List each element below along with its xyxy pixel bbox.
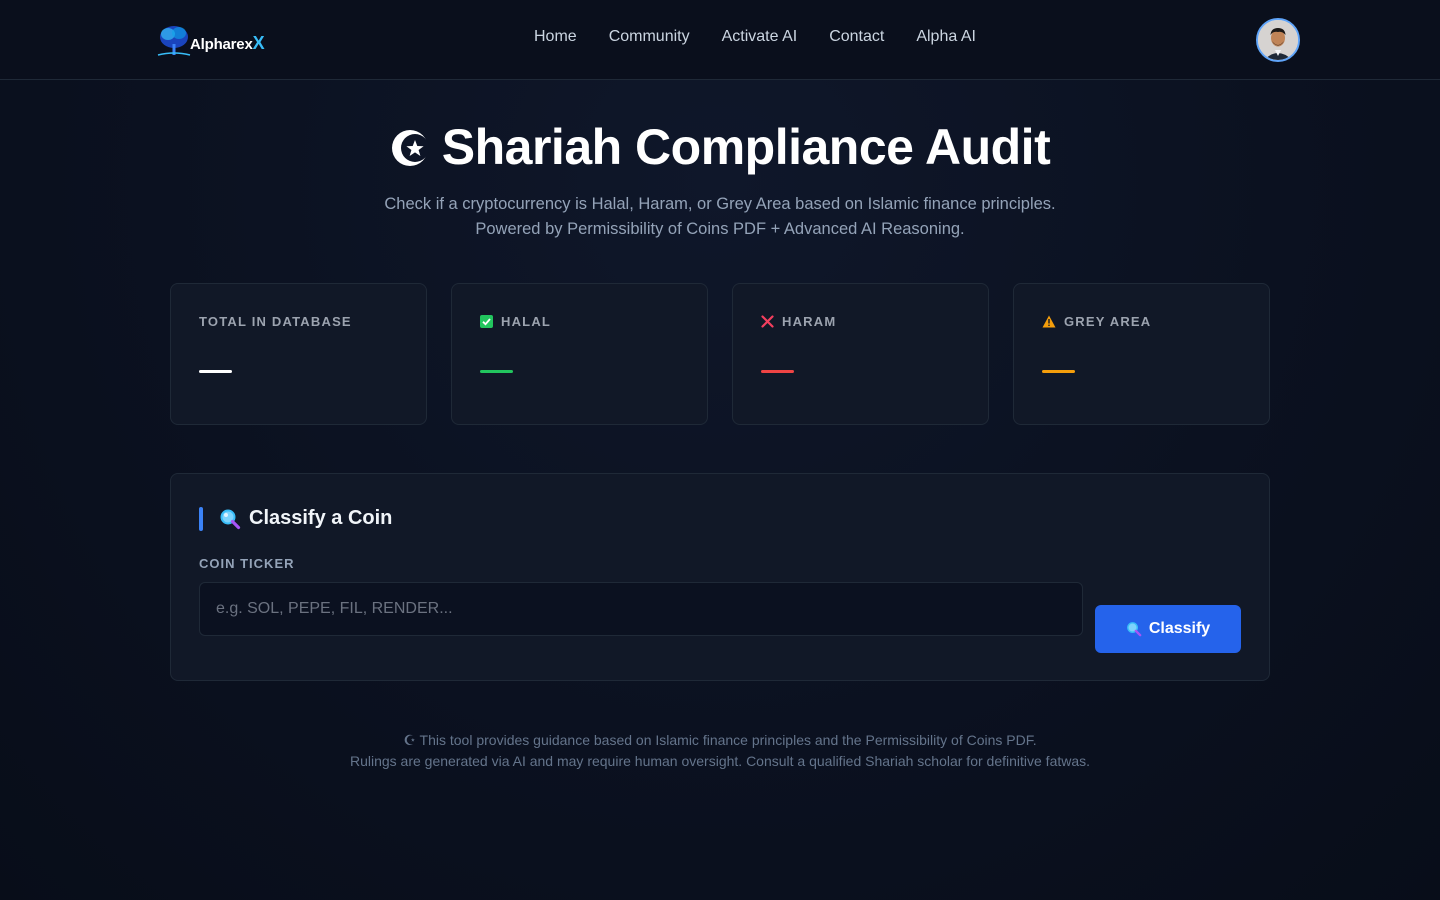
classify-panel: Classify a Coin COIN TICKER Classify (170, 473, 1270, 681)
magnifier-icon (220, 509, 241, 529)
crescent-star-icon (390, 122, 430, 166)
page-title-text: Shariah Compliance Audit (441, 119, 1051, 175)
brand-name: AlpharexX (190, 32, 265, 53)
page-subtitle: Check if a cryptocurrency is Halal, Hara… (0, 192, 1440, 242)
nav-activate-ai[interactable]: Activate AI (722, 28, 798, 46)
subtitle-line-2: Powered by Permissibility of Coins PDF +… (475, 220, 965, 238)
user-portrait-icon (1258, 20, 1298, 60)
stat-label-haram: HARAM (761, 314, 836, 329)
user-avatar[interactable] (1256, 18, 1300, 62)
cross-icon (761, 315, 774, 328)
classify-button[interactable]: Classify (1095, 605, 1241, 653)
coin-ticker-label: COIN TICKER (199, 556, 295, 571)
brand-logo[interactable]: AlpharexX (154, 20, 278, 60)
stat-card-haram: HARAM — (732, 283, 989, 425)
stat-value-total-placeholder (199, 370, 232, 373)
classify-button-label: Classify (1148, 620, 1211, 637)
stat-value-grey-area-placeholder (1042, 370, 1075, 373)
classify-title: Classify a Coin (219, 507, 392, 530)
main-nav: Home Community Activate AI Contact Alpha… (534, 28, 976, 46)
check-box-icon (480, 315, 493, 328)
stat-value-halal-placeholder (480, 370, 513, 373)
stat-label-total: TOTAL IN DATABASE (199, 314, 352, 329)
section-accent-bar (199, 507, 203, 531)
disclaimer-line-2: Rulings are generated via AI and may req… (349, 753, 1091, 769)
nav-community[interactable]: Community (609, 28, 690, 46)
stat-card-total: TOTAL IN DATABASE — (170, 283, 427, 425)
nav-home[interactable]: Home (534, 28, 577, 46)
disclaimer: ☪ This tool provides guidance based on I… (0, 730, 1440, 772)
tree-logo-icon (154, 20, 194, 60)
magnifier-icon (1126, 622, 1142, 637)
subtitle-line-1: Check if a cryptocurrency is Halal, Hara… (384, 195, 1056, 213)
stats-row: TOTAL IN DATABASE — HALAL — HARAM — (170, 283, 1270, 425)
stat-card-grey-area: GREY AREA — (1013, 283, 1270, 425)
top-navbar: AlpharexX Home Community Activate AI Con… (0, 0, 1440, 80)
stat-label-halal: HALAL (480, 314, 551, 329)
stat-label-grey-area: GREY AREA (1042, 314, 1151, 329)
coin-ticker-input[interactable] (199, 582, 1083, 636)
disclaimer-line-1: ☪ This tool provides guidance based on I… (403, 732, 1037, 748)
nav-alpha-ai[interactable]: Alpha AI (916, 28, 976, 46)
page-title: Shariah Compliance Audit (0, 118, 1440, 176)
warning-icon (1042, 315, 1056, 328)
nav-contact[interactable]: Contact (829, 28, 884, 46)
stat-card-halal: HALAL — (451, 283, 708, 425)
stat-value-haram-placeholder (761, 370, 794, 373)
